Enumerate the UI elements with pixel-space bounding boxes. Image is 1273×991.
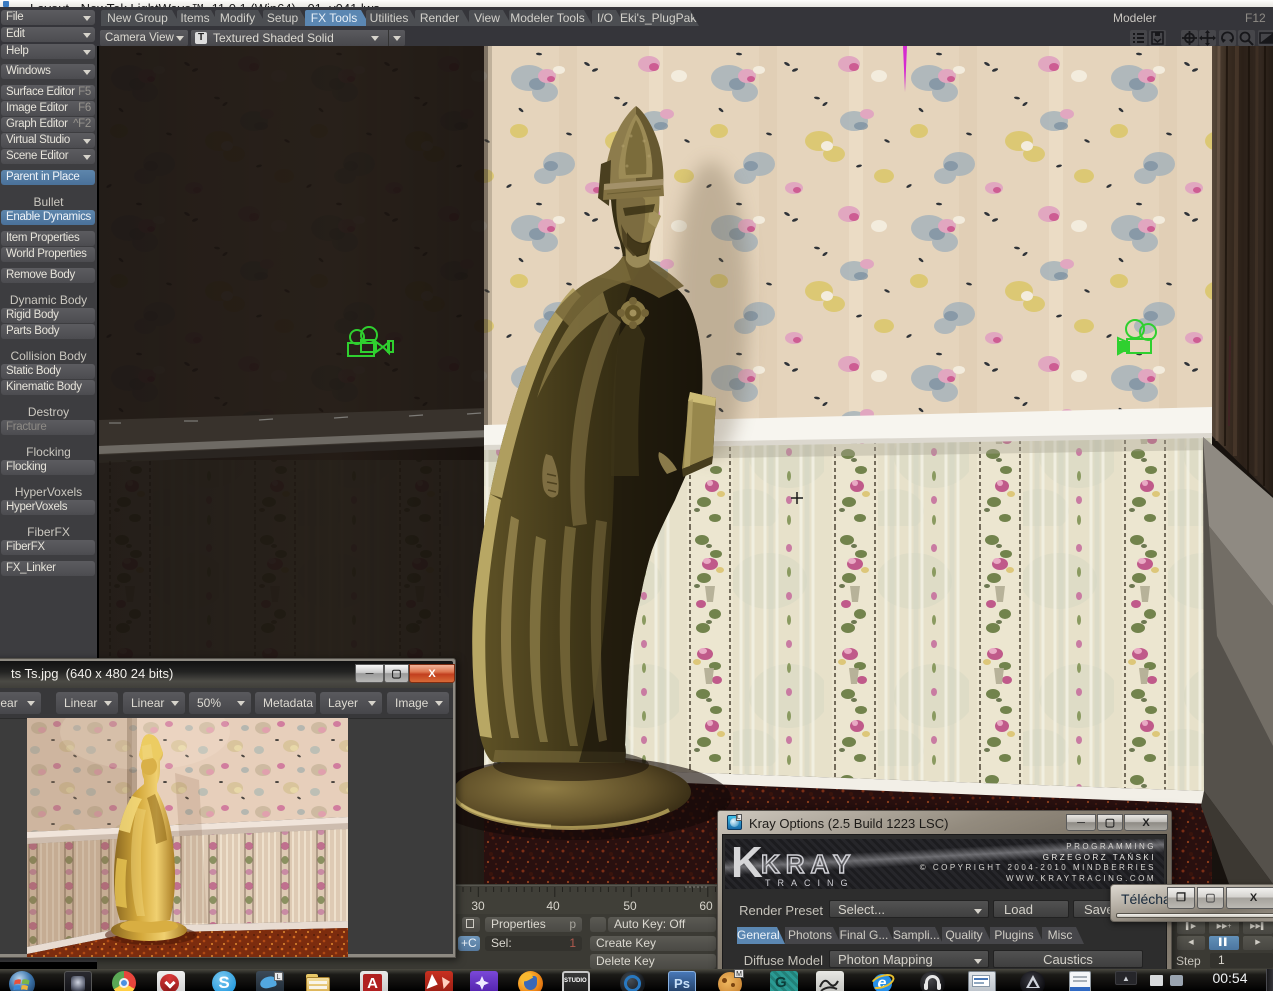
svg-text:60: 60 <box>699 899 713 913</box>
svg-text:30: 30 <box>471 899 485 913</box>
svg-text:40: 40 <box>546 899 560 913</box>
svg-text:50: 50 <box>623 899 637 913</box>
